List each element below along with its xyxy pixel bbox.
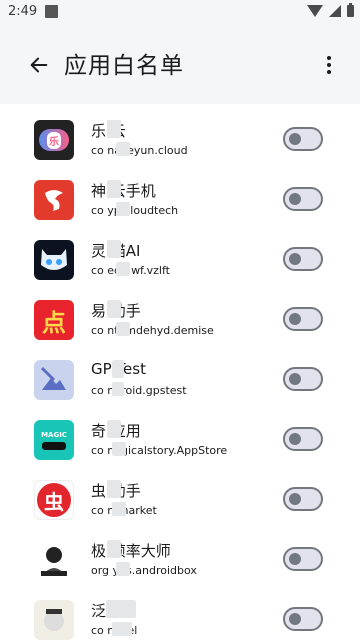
list-item[interactable]: 泛 说 co novel	[0, 592, 360, 641]
app-package: co ndroid.gpstest	[91, 384, 187, 397]
app-list: 乐 乐 云 co naileyun.cloud 神 云手机 co yp.clou…	[0, 104, 360, 641]
notification-icon	[45, 5, 58, 18]
app-icon-gps	[34, 360, 74, 400]
list-item[interactable]: MAGIC 奇 应用 co nagicalstory.AppStore	[0, 412, 360, 472]
status-time: 2:49	[8, 4, 38, 19]
whitelist-toggle[interactable]	[283, 487, 323, 511]
list-item[interactable]: 乐 乐 云 co naileyun.cloud	[0, 112, 360, 172]
whitelist-toggle[interactable]	[283, 607, 323, 631]
whitelist-toggle[interactable]	[283, 187, 323, 211]
app-icon-cloud: 乐	[34, 120, 74, 160]
back-button[interactable]	[24, 50, 54, 80]
wifi-icon	[307, 5, 323, 17]
app-name: 极 帧率大师	[91, 542, 171, 560]
list-item[interactable]: 极 帧率大师 org yds.androidbox	[0, 532, 360, 592]
app-icon-soldier	[34, 540, 74, 580]
arrow-left-icon	[30, 57, 48, 73]
battery-icon	[347, 3, 354, 17]
app-icon-novel	[34, 600, 74, 640]
app-bar: 应用白名单	[0, 24, 360, 104]
app-name: 神 云手机	[91, 182, 156, 200]
whitelist-toggle[interactable]	[283, 127, 323, 151]
app-package: co naileyun.cloud	[91, 144, 188, 157]
whitelist-toggle[interactable]	[283, 547, 323, 571]
page-title: 应用白名单	[64, 53, 184, 79]
list-item[interactable]: 灵 喵AI co eqplwf.vzlft	[0, 232, 360, 292]
more-vert-icon	[327, 56, 331, 60]
app-package: co eqplwf.vzlft	[91, 264, 170, 277]
status-bar: 2:49	[0, 0, 360, 24]
status-icons	[307, 3, 354, 17]
app-package: co ntamdehyd.demise	[91, 324, 214, 337]
signal-icon	[329, 5, 341, 17]
more-options-button[interactable]	[324, 50, 334, 80]
whitelist-toggle[interactable]	[283, 427, 323, 451]
list-item[interactable]: 虫 虫 助手 co n.market	[0, 472, 360, 532]
app-package: org yds.androidbox	[91, 564, 197, 577]
whitelist-toggle[interactable]	[283, 307, 323, 331]
list-item[interactable]: 神 云手机 co yp.cloudtech	[0, 172, 360, 232]
whitelist-toggle[interactable]	[283, 367, 323, 391]
app-icon-magic: MAGIC	[34, 420, 74, 460]
whitelist-toggle[interactable]	[283, 247, 323, 271]
list-item[interactable]: GP Test co ndroid.gpstest	[0, 352, 360, 412]
app-icon-cat	[34, 240, 74, 280]
app-package: co yp.cloudtech	[91, 204, 179, 217]
app-icon-dragon	[34, 180, 74, 220]
app-icon-bug: 虫	[34, 480, 74, 520]
list-item[interactable]: 点 易 助手 co ntamdehyd.demise	[0, 292, 360, 352]
app-icon-dot: 点	[34, 300, 74, 340]
